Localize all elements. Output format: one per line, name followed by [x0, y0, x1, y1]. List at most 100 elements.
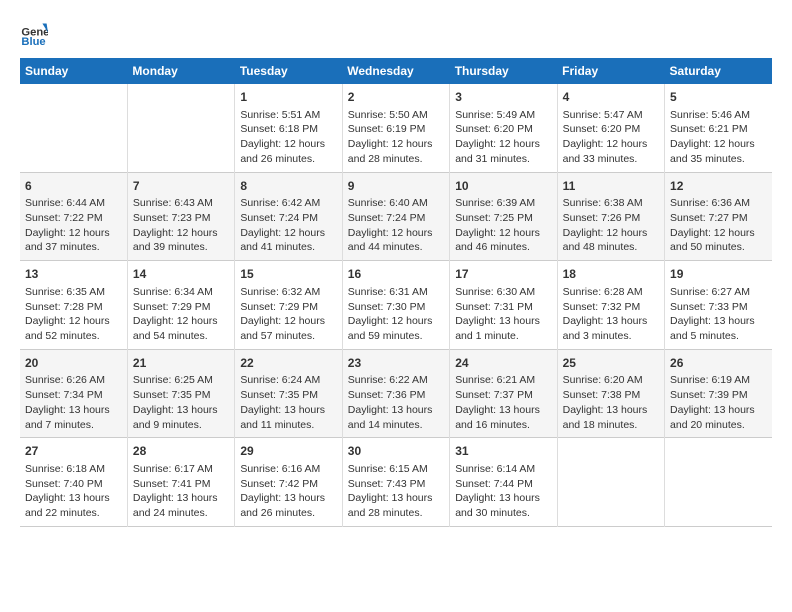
calendar-table: SundayMondayTuesdayWednesdayThursdayFrid…: [20, 58, 772, 527]
day-number: 26: [670, 355, 767, 372]
calendar-cell: 10Sunrise: 6:39 AM Sunset: 7:25 PM Dayli…: [450, 172, 557, 261]
day-info: Sunrise: 6:14 AM Sunset: 7:44 PM Dayligh…: [455, 462, 551, 521]
day-info: Sunrise: 6:36 AM Sunset: 7:27 PM Dayligh…: [670, 196, 767, 255]
calendar-cell: 8Sunrise: 6:42 AM Sunset: 7:24 PM Daylig…: [235, 172, 342, 261]
logo: General Blue: [20, 20, 52, 48]
day-number: 28: [133, 443, 229, 460]
calendar-cell: 22Sunrise: 6:24 AM Sunset: 7:35 PM Dayli…: [235, 349, 342, 438]
day-number: 3: [455, 89, 551, 106]
calendar-cell: 2 Sunrise: 5:50 AM Sunset: 6:19 PM Daylig…: [342, 84, 449, 172]
day-info: Sunrise: 6:19 AM Sunset: 7:39 PM Dayligh…: [670, 373, 767, 432]
col-header-sunday: Sunday: [20, 58, 127, 84]
calendar-cell: 29 Sunrise: 6:16 AM Sunset: 7:42 PM Dayli…: [235, 438, 342, 527]
page-header: General Blue: [20, 20, 772, 48]
week-row-5: 27Sunrise: 6:18 AM Sunset: 7:40 PM Dayli…: [20, 438, 772, 527]
day-number: 7: [133, 178, 229, 195]
day-info: Sunrise: 6:20 AM Sunset: 7:38 PM Dayligh…: [563, 373, 659, 432]
col-header-friday: Friday: [557, 58, 664, 84]
day-info: Sunrise: 6:16 AM Sunset: 7:42 PM Dayligh…: [240, 462, 336, 521]
day-number: 2: [348, 89, 444, 106]
day-info: Sunrise: 6:24 AM Sunset: 7:35 PM Dayligh…: [240, 373, 336, 432]
day-info: Sunrise: 6:25 AM Sunset: 7:35 PM Dayligh…: [133, 373, 229, 432]
calendar-cell: 5 Sunrise: 5:46 AM Sunset: 6:21 PM Daylig…: [665, 84, 772, 172]
day-info: Sunrise: 6:32 AM Sunset: 7:29 PM Dayligh…: [240, 285, 336, 344]
day-info: Sunrise: 6:22 AM Sunset: 7:36 PM Dayligh…: [348, 373, 444, 432]
col-header-monday: Monday: [127, 58, 234, 84]
day-number: 30: [348, 443, 444, 460]
calendar-cell: 17 Sunrise: 6:30 AM Sunset: 7:31 PM Dayli…: [450, 261, 557, 350]
calendar-cell: 14 Sunrise: 6:34 AM Sunset: 7:29 PM Dayli…: [127, 261, 234, 350]
calendar-cell: 7Sunrise: 6:43 AM Sunset: 7:23 PM Daylig…: [127, 172, 234, 261]
calendar-cell: 13 Sunrise: 6:35 AM Sunset: 7:28 PM Dayli…: [20, 261, 127, 350]
week-row-2: 6Sunrise: 6:44 AM Sunset: 7:22 PM Daylig…: [20, 172, 772, 261]
day-number: 4: [563, 89, 659, 106]
calendar-cell: 12Sunrise: 6:36 AM Sunset: 7:27 PM Dayli…: [665, 172, 772, 261]
day-info: Sunrise: 5:50 AM Sunset: 6:19 PM Dayligh…: [348, 108, 444, 167]
day-info: Sunrise: 6:40 AM Sunset: 7:24 PM Dayligh…: [348, 196, 444, 255]
col-header-saturday: Saturday: [665, 58, 772, 84]
calendar-cell: 25Sunrise: 6:20 AM Sunset: 7:38 PM Dayli…: [557, 349, 664, 438]
week-row-3: 13 Sunrise: 6:35 AM Sunset: 7:28 PM Dayli…: [20, 261, 772, 350]
calendar-cell: 27Sunrise: 6:18 AM Sunset: 7:40 PM Dayli…: [20, 438, 127, 527]
day-number: 9: [348, 178, 444, 195]
calendar-cell: 31 Sunrise: 6:14 AM Sunset: 7:44 PM Dayli…: [450, 438, 557, 527]
day-info: Sunrise: 6:27 AM Sunset: 7:33 PM Dayligh…: [670, 285, 767, 344]
day-info: Sunrise: 6:30 AM Sunset: 7:31 PM Dayligh…: [455, 285, 551, 344]
calendar-cell: 24Sunrise: 6:21 AM Sunset: 7:37 PM Dayli…: [450, 349, 557, 438]
day-number: 15: [240, 266, 336, 283]
col-header-wednesday: Wednesday: [342, 58, 449, 84]
day-info: Sunrise: 6:15 AM Sunset: 7:43 PM Dayligh…: [348, 462, 444, 521]
day-number: 16: [348, 266, 444, 283]
day-info: Sunrise: 6:44 AM Sunset: 7:22 PM Dayligh…: [25, 196, 122, 255]
calendar-cell: 30 Sunrise: 6:15 AM Sunset: 7:43 PM Dayli…: [342, 438, 449, 527]
day-number: 22: [240, 355, 336, 372]
calendar-cell: 3 Sunrise: 5:49 AM Sunset: 6:20 PM Daylig…: [450, 84, 557, 172]
calendar-cell: 9Sunrise: 6:40 AM Sunset: 7:24 PM Daylig…: [342, 172, 449, 261]
day-number: 12: [670, 178, 767, 195]
calendar-cell: 16 Sunrise: 6:31 AM Sunset: 7:30 PM Dayli…: [342, 261, 449, 350]
day-number: 1: [240, 89, 336, 106]
day-number: 19: [670, 266, 767, 283]
calendar-cell: 11Sunrise: 6:38 AM Sunset: 7:26 PM Dayli…: [557, 172, 664, 261]
day-number: 5: [670, 89, 767, 106]
day-info: Sunrise: 6:34 AM Sunset: 7:29 PM Dayligh…: [133, 285, 229, 344]
day-number: 17: [455, 266, 551, 283]
calendar-cell: 18 Sunrise: 6:28 AM Sunset: 7:32 PM Dayli…: [557, 261, 664, 350]
day-number: 18: [563, 266, 659, 283]
week-row-4: 20Sunrise: 6:26 AM Sunset: 7:34 PM Dayli…: [20, 349, 772, 438]
day-number: 29: [240, 443, 336, 460]
calendar-cell: [20, 84, 127, 172]
day-number: 31: [455, 443, 551, 460]
col-header-tuesday: Tuesday: [235, 58, 342, 84]
day-info: Sunrise: 6:35 AM Sunset: 7:28 PM Dayligh…: [25, 285, 122, 344]
day-info: Sunrise: 6:17 AM Sunset: 7:41 PM Dayligh…: [133, 462, 229, 521]
day-number: 25: [563, 355, 659, 372]
day-number: 23: [348, 355, 444, 372]
calendar-cell: 23Sunrise: 6:22 AM Sunset: 7:36 PM Dayli…: [342, 349, 449, 438]
day-info: Sunrise: 5:49 AM Sunset: 6:20 PM Dayligh…: [455, 108, 551, 167]
svg-text:Blue: Blue: [21, 36, 45, 48]
calendar-cell: 1 Sunrise: 5:51 AM Sunset: 6:18 PM Daylig…: [235, 84, 342, 172]
calendar-cell: 28 Sunrise: 6:17 AM Sunset: 7:41 PM Dayli…: [127, 438, 234, 527]
col-header-thursday: Thursday: [450, 58, 557, 84]
day-number: 24: [455, 355, 551, 372]
calendar-cell: 6Sunrise: 6:44 AM Sunset: 7:22 PM Daylig…: [20, 172, 127, 261]
day-info: Sunrise: 6:21 AM Sunset: 7:37 PM Dayligh…: [455, 373, 551, 432]
calendar-cell: 4 Sunrise: 5:47 AM Sunset: 6:20 PM Daylig…: [557, 84, 664, 172]
day-info: Sunrise: 6:39 AM Sunset: 7:25 PM Dayligh…: [455, 196, 551, 255]
calendar-cell: 21Sunrise: 6:25 AM Sunset: 7:35 PM Dayli…: [127, 349, 234, 438]
day-info: Sunrise: 6:31 AM Sunset: 7:30 PM Dayligh…: [348, 285, 444, 344]
day-info: Sunrise: 6:42 AM Sunset: 7:24 PM Dayligh…: [240, 196, 336, 255]
week-row-1: 1 Sunrise: 5:51 AM Sunset: 6:18 PM Daylig…: [20, 84, 772, 172]
day-number: 13: [25, 266, 122, 283]
day-info: Sunrise: 6:28 AM Sunset: 7:32 PM Dayligh…: [563, 285, 659, 344]
day-number: 21: [133, 355, 229, 372]
day-number: 20: [25, 355, 122, 372]
day-info: Sunrise: 5:51 AM Sunset: 6:18 PM Dayligh…: [240, 108, 336, 167]
day-number: 10: [455, 178, 551, 195]
day-info: Sunrise: 6:38 AM Sunset: 7:26 PM Dayligh…: [563, 196, 659, 255]
day-number: 11: [563, 178, 659, 195]
day-number: 14: [133, 266, 229, 283]
day-info: Sunrise: 5:46 AM Sunset: 6:21 PM Dayligh…: [670, 108, 767, 167]
day-info: Sunrise: 5:47 AM Sunset: 6:20 PM Dayligh…: [563, 108, 659, 167]
